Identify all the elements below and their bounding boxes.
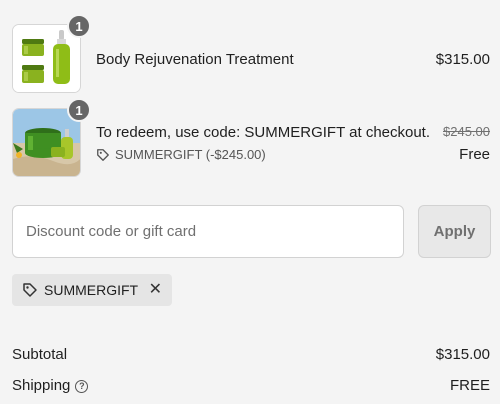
- item-price: $315.00: [435, 51, 490, 68]
- item-name: To redeem, use code: SUMMERGIFT at check…: [96, 124, 431, 141]
- subtotal-value: $315.00: [435, 346, 490, 363]
- remove-code-icon[interactable]: ✕: [149, 282, 162, 298]
- discount-code-input[interactable]: [12, 205, 404, 258]
- applied-code-label: SUMMERGIFT: [44, 282, 139, 298]
- shipping-label: Shipping: [12, 377, 71, 394]
- line-item: 1 To redeem, use code: SUMMERGIFT at che…: [12, 98, 490, 177]
- subtotal-label: Subtotal: [12, 346, 68, 363]
- applied-discount-label: SUMMERGIFT (-$245.00): [96, 147, 266, 162]
- applied-code-chip: SUMMERGIFT ✕: [12, 274, 172, 306]
- shipping-row: Shipping? FREE: [12, 377, 490, 394]
- original-price: $245.00: [443, 124, 490, 139]
- product-thumbnail: 1: [12, 14, 91, 93]
- product-image-gift: [13, 109, 80, 176]
- product-thumbnail: 1: [12, 98, 91, 177]
- shipping-value: FREE: [449, 377, 490, 394]
- item-price: Free: [459, 146, 490, 163]
- subtotal-row: Subtotal $315.00: [12, 346, 490, 363]
- tag-icon: [97, 148, 109, 161]
- quantity-badge: 1: [67, 98, 91, 122]
- item-name: Body Rejuvenation Treatment: [96, 51, 294, 68]
- discount-amount: SUMMERGIFT (-$245.00): [115, 147, 266, 162]
- apply-button[interactable]: Apply: [418, 205, 491, 258]
- help-icon[interactable]: ?: [75, 379, 89, 393]
- product-image-jars: [13, 25, 80, 92]
- line-item: 1 Body Rejuvenation Treatment $315.00: [12, 14, 490, 93]
- quantity-badge: 1: [67, 14, 91, 38]
- tag-icon: [23, 283, 37, 297]
